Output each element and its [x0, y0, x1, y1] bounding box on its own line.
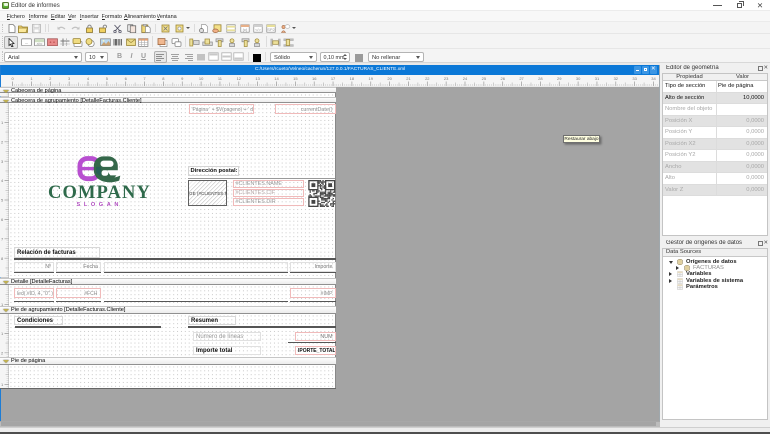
svg-text:abc: abc — [37, 42, 43, 46]
svg-text:31: 31 — [595, 76, 600, 81]
svg-text:15: 15 — [293, 76, 298, 81]
svg-text:19: 19 — [369, 76, 374, 81]
svg-text:33: 33 — [632, 76, 637, 81]
svg-text:23: 23 — [444, 76, 449, 81]
svg-text:12: 12 — [237, 76, 242, 81]
svg-text:21: 21 — [406, 76, 411, 81]
svg-text:25: 25 — [482, 76, 487, 81]
svg-text:29: 29 — [557, 76, 562, 81]
svg-text:26: 26 — [500, 76, 505, 81]
svg-text:14: 14 — [274, 76, 279, 81]
svg-text:17: 17 — [331, 76, 336, 81]
svg-text:(c): (c) — [243, 27, 248, 32]
svg-text:13: 13 — [255, 76, 260, 81]
svg-text:SP2: SP2 — [267, 27, 275, 32]
svg-text:20: 20 — [387, 76, 392, 81]
svg-text:34: 34 — [651, 76, 656, 81]
svg-text:28: 28 — [538, 76, 543, 81]
svg-text:32: 32 — [614, 76, 619, 81]
svg-text:16: 16 — [312, 76, 317, 81]
svg-text:22: 22 — [425, 76, 430, 81]
svg-text:...: ... — [25, 39, 29, 44]
svg-text:</>: </> — [255, 27, 261, 32]
svg-text:24: 24 — [463, 76, 468, 81]
svg-text:30: 30 — [576, 76, 581, 81]
svg-text:10: 10 — [199, 76, 204, 81]
svg-text:27: 27 — [519, 76, 524, 81]
svg-text:18: 18 — [350, 76, 355, 81]
